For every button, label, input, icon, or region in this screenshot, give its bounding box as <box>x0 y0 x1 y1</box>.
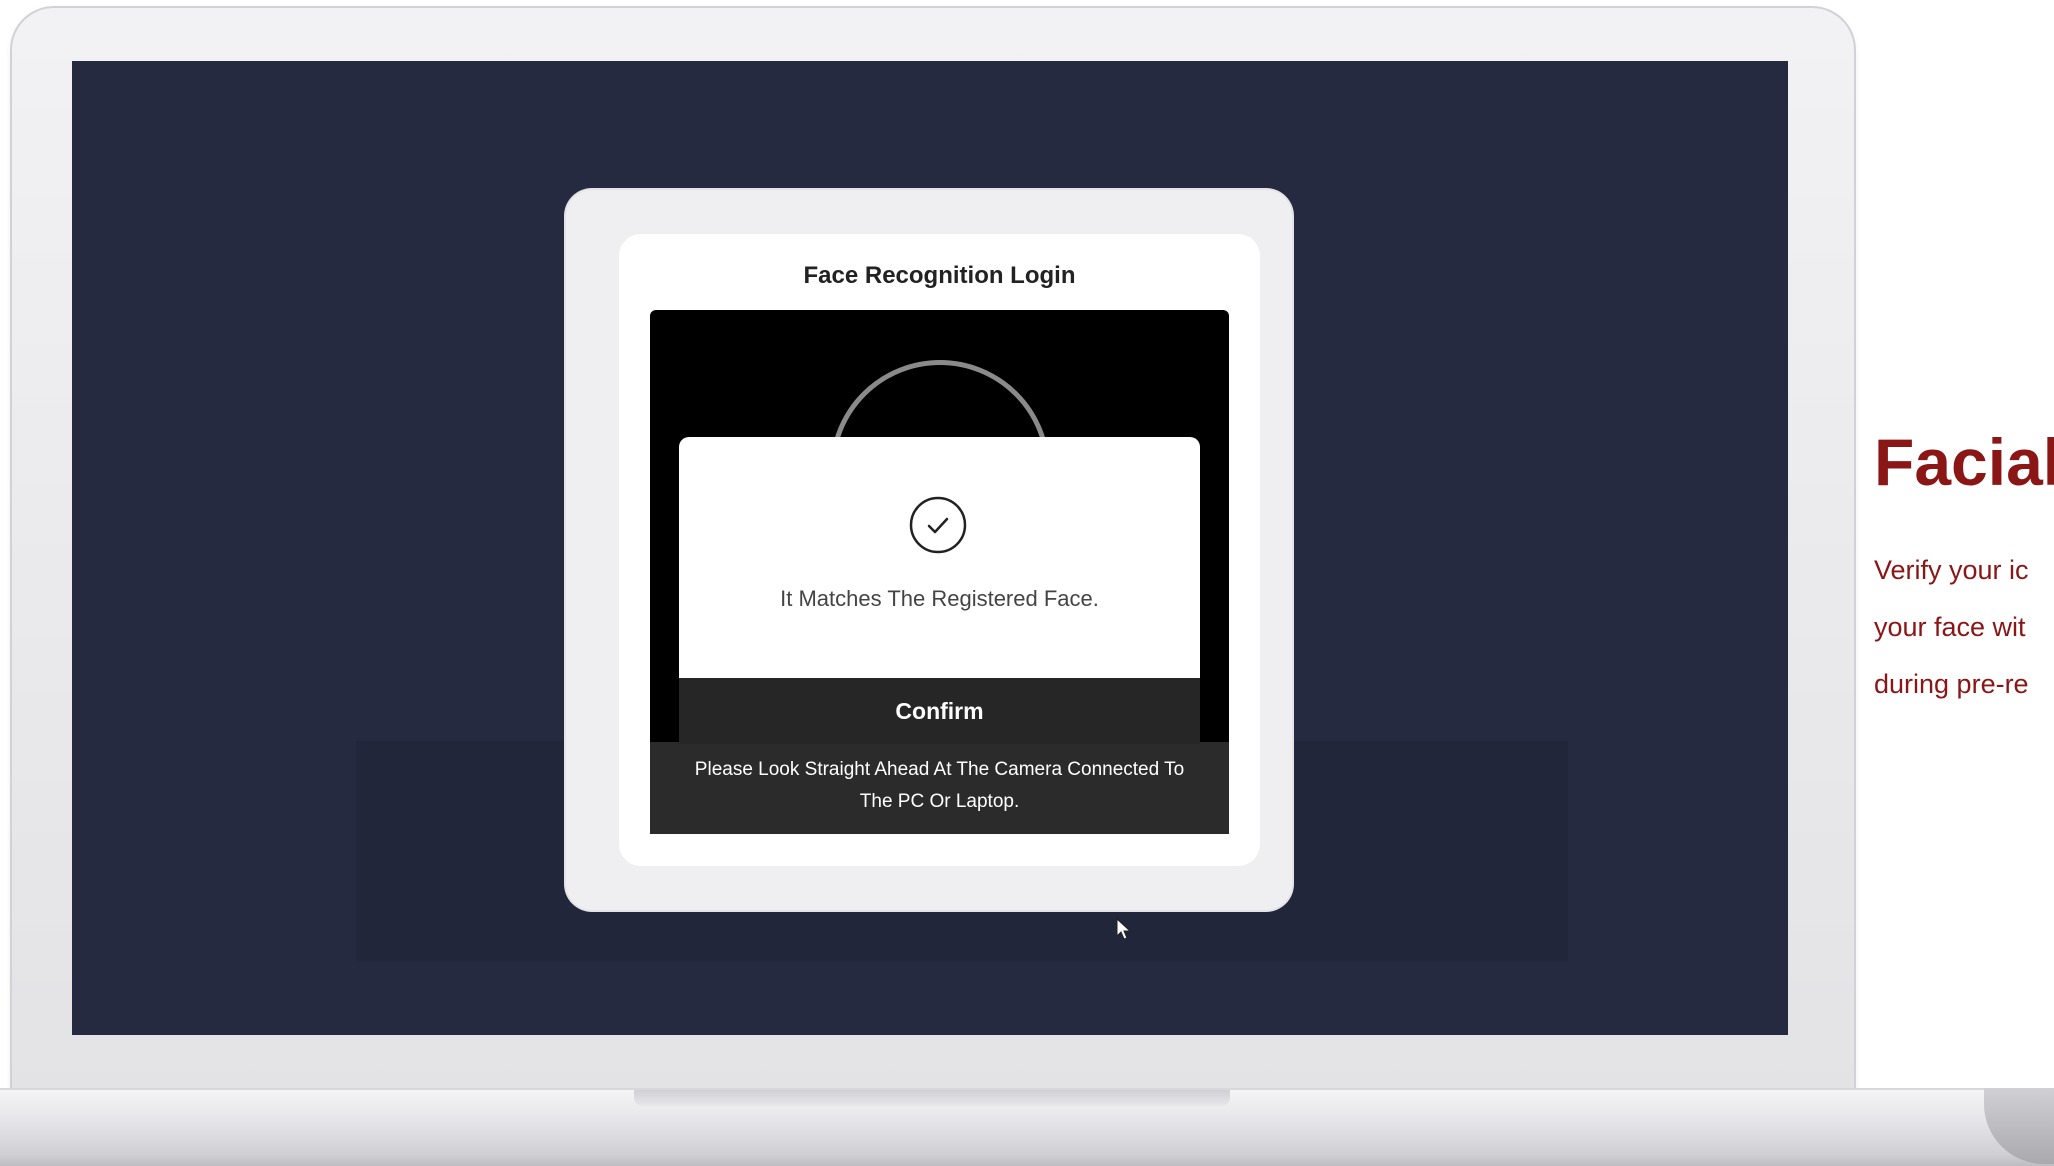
mouse-cursor-icon <box>1116 918 1132 940</box>
feature-description: Verify your ic your face wit during pre-… <box>1874 542 2029 713</box>
feature-description-line: your face wit <box>1874 612 2026 642</box>
confirm-button[interactable]: Confirm <box>679 678 1200 744</box>
match-result-popup: It Matches The Registered Face. Confirm <box>679 437 1200 744</box>
instruction-line: The PC Or Laptop. <box>859 791 1020 812</box>
dialog-title: Face Recognition Login <box>803 262 1076 289</box>
feature-description-line: Verify your ic <box>1874 555 2029 585</box>
instruction-line: Please Look Straight Ahead At The Camera… <box>694 759 1185 780</box>
feature-description-line: during pre-re <box>1874 669 2029 699</box>
match-result-message: It Matches The Registered Face. <box>780 586 1099 611</box>
laptop-base-notch <box>634 1090 1230 1106</box>
camera-instruction: Please Look Straight Ahead At The Camera… <box>650 742 1229 834</box>
check-circle-icon <box>909 496 967 554</box>
feature-title: Facial <box>1874 425 2054 499</box>
